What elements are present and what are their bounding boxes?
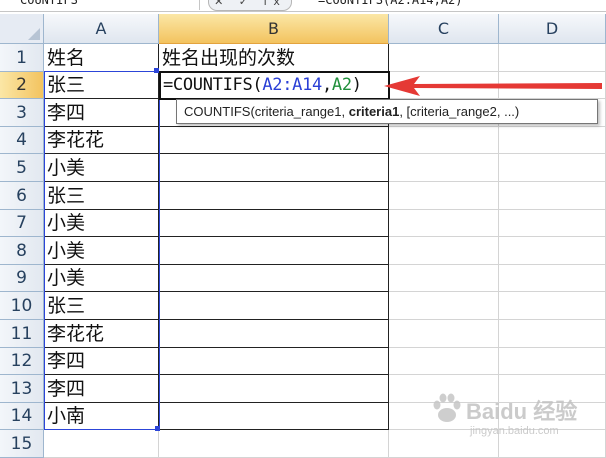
cell-b2[interactable]: =COUNTIFS(A2:A14,A2)	[159, 72, 389, 99]
formula-buttons[interactable]: ✕ ✓ fx	[208, 0, 292, 11]
cell-d7[interactable]	[499, 210, 606, 237]
cell-a3[interactable]: 李四	[44, 99, 159, 127]
watermark: Baidu 经验 jingyan.baidu.com	[430, 392, 600, 452]
row-header-10[interactable]: 10	[0, 292, 44, 320]
tooltip-text-after: , [criteria_range2, ...)	[399, 104, 520, 119]
row-header-14[interactable]: 14	[0, 403, 44, 430]
cell-b13[interactable]	[159, 375, 389, 403]
formula-start: =COUNTIFS(	[163, 75, 263, 95]
red-arrow-icon	[384, 76, 602, 96]
row-header-7[interactable]: 7	[0, 210, 44, 237]
cell-a11[interactable]: 李花花	[44, 320, 159, 348]
formula-criteria-ref: A2	[331, 75, 352, 95]
formula-input[interactable]: =COUNTIFS(A2:A14,A2)	[318, 0, 463, 10]
cell-c7[interactable]	[389, 210, 499, 237]
cell-d4[interactable]	[499, 127, 606, 154]
row-header-2[interactable]: 2	[0, 72, 44, 99]
cell-b12[interactable]	[159, 348, 389, 375]
cell-b14[interactable]	[159, 403, 389, 430]
cell-b5[interactable]	[159, 154, 389, 182]
cell-a5[interactable]: 小美	[44, 154, 159, 182]
row-header-6[interactable]: 6	[0, 182, 44, 210]
column-header-d[interactable]: D	[499, 14, 606, 44]
cell-b8[interactable]	[159, 237, 389, 265]
cell-c1[interactable]	[389, 44, 499, 72]
function-signature-tooltip: COUNTIFS(criteria_range1, criteria1, [cr…	[176, 99, 598, 124]
cell-c4[interactable]	[389, 127, 499, 154]
cell-c6[interactable]	[389, 182, 499, 210]
cell-c8[interactable]	[389, 237, 499, 265]
paw-logo-icon	[433, 393, 461, 422]
range-handle-top[interactable]	[154, 68, 159, 73]
row-header-9[interactable]: 9	[0, 265, 44, 292]
cell-c5[interactable]	[389, 154, 499, 182]
row-header-12[interactable]: 12	[0, 348, 44, 375]
row-header-13[interactable]: 13	[0, 375, 44, 403]
name-box[interactable]: COUNTIFS	[0, 0, 200, 10]
cell-a2[interactable]: 张三	[44, 72, 159, 99]
cell-c12[interactable]	[389, 348, 499, 375]
cell-a15[interactable]	[44, 430, 159, 458]
select-all-triangle-icon	[28, 28, 40, 40]
cell-a8[interactable]: 小美	[44, 237, 159, 265]
excel-window: COUNTIFS ✕ ✓ fx =COUNTIFS(A2:A14,A2) A B…	[0, 0, 606, 458]
cell-b7[interactable]	[159, 210, 389, 237]
cell-a13[interactable]: 李四	[44, 375, 159, 403]
cell-d5[interactable]	[499, 154, 606, 182]
column-header-b[interactable]: B	[159, 14, 389, 44]
cell-a4[interactable]: 李花花	[44, 127, 159, 154]
cell-a10[interactable]: 张三	[44, 292, 159, 320]
cell-a14[interactable]: 小南	[44, 403, 159, 430]
cell-d12[interactable]	[499, 348, 606, 375]
cell-a9[interactable]: 小美	[44, 265, 159, 292]
cell-b6[interactable]	[159, 182, 389, 210]
formula-end: )	[351, 75, 362, 95]
range-handle-bottom[interactable]	[155, 426, 160, 431]
formula-range-ref: A2:A14	[262, 75, 322, 95]
row-header-1[interactable]: 1	[0, 44, 44, 72]
cell-d8[interactable]	[499, 237, 606, 265]
row-header-4[interactable]: 4	[0, 127, 44, 154]
cell-b11[interactable]	[159, 320, 389, 348]
cell-a1[interactable]: 姓名	[44, 44, 159, 72]
row-header-5[interactable]: 5	[0, 154, 44, 182]
tooltip-current-argument[interactable]: criteria1	[349, 104, 400, 119]
row-header-3[interactable]: 3	[0, 99, 44, 127]
watermark-url-text: jingyan.baidu.com	[470, 425, 559, 437]
cell-d9[interactable]	[499, 265, 606, 292]
formula-bar: COUNTIFS ✕ ✓ fx =COUNTIFS(A2:A14,A2)	[0, 0, 606, 12]
cell-d1[interactable]	[499, 44, 606, 72]
cell-b9[interactable]	[159, 265, 389, 292]
cell-d11[interactable]	[499, 320, 606, 348]
cell-a7[interactable]: 小美	[44, 210, 159, 237]
cell-c9[interactable]	[389, 265, 499, 292]
cell-d10[interactable]	[499, 292, 606, 320]
cell-a6[interactable]: 张三	[44, 182, 159, 210]
tooltip-text-before: COUNTIFS(criteria_range1,	[184, 104, 349, 119]
cell-b4[interactable]	[159, 127, 389, 154]
row-header-15[interactable]: 15	[0, 430, 44, 458]
cell-c11[interactable]	[389, 320, 499, 348]
cell-b15[interactable]	[159, 430, 389, 458]
column-header-a[interactable]: A	[44, 14, 159, 44]
cell-b1[interactable]: 姓名出现的次数	[159, 44, 389, 72]
row-header-8[interactable]: 8	[0, 237, 44, 265]
cell-d6[interactable]	[499, 182, 606, 210]
formula-separator: ,	[321, 75, 332, 95]
cell-a12[interactable]: 李四	[44, 348, 159, 375]
watermark-main-text: Baidu 经验	[466, 399, 578, 424]
cell-c10[interactable]	[389, 292, 499, 320]
row-header-11[interactable]: 11	[0, 320, 44, 348]
select-all-corner[interactable]	[0, 14, 44, 44]
cell-b10[interactable]	[159, 292, 389, 320]
column-header-c[interactable]: C	[389, 14, 499, 44]
